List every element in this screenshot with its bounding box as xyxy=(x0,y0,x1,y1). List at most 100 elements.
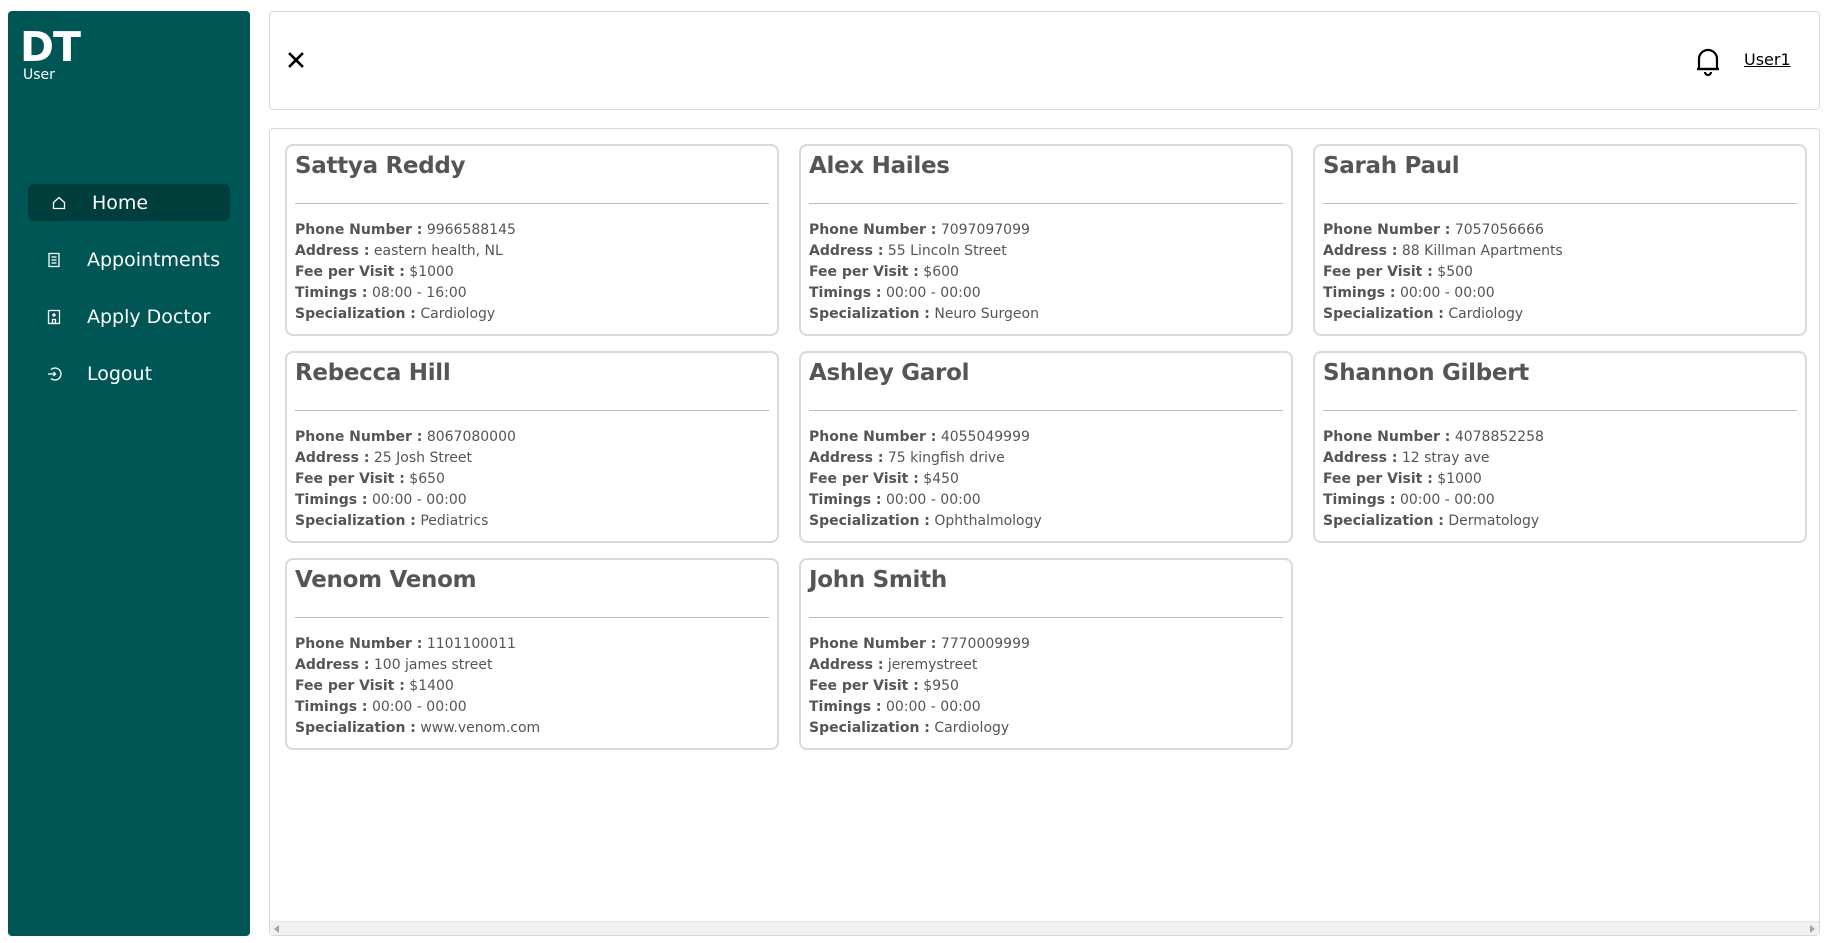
field-label: Address : xyxy=(1323,450,1398,466)
field-label: Fee per Visit : xyxy=(295,678,405,694)
close-icon[interactable] xyxy=(284,48,308,72)
doctor-timings-row: Timings : 00:00 - 00:00 xyxy=(809,283,1283,304)
field-label: Phone Number : xyxy=(809,429,937,445)
doctor-details: Phone Number : 1101100011 Address : 100 j… xyxy=(295,618,769,739)
doctor-phone-row: Phone Number : 1101100011 xyxy=(295,634,769,655)
bell-icon[interactable] xyxy=(1693,45,1723,77)
field-value: Neuro Surgeon xyxy=(934,306,1039,322)
doctor-card[interactable]: Alex Hailes Phone Number : 7097097099 Addr… xyxy=(799,144,1293,336)
field-value: 00:00 - 00:00 xyxy=(1399,492,1495,508)
doctor-card[interactable]: Sarah Paul Phone Number : 7057056666 Addre… xyxy=(1313,144,1807,336)
doctor-address-row: Address : 75 kingfish drive xyxy=(809,448,1283,469)
field-label: Phone Number : xyxy=(295,636,423,652)
doctor-card[interactable]: Venom Venom Phone Number : 1101100011 Addr… xyxy=(285,558,779,750)
doctor-timings-row: Timings : 00:00 - 00:00 xyxy=(295,490,769,511)
doctor-card[interactable]: John Smith Phone Number : 7770009999 Addre… xyxy=(799,558,1293,750)
field-label: Phone Number : xyxy=(1323,429,1451,445)
sidebar-item-label: Appointments xyxy=(87,248,221,271)
doctor-fee-row: Fee per Visit : $1000 xyxy=(295,262,769,283)
field-label: Address : xyxy=(809,243,884,259)
field-label: Timings : xyxy=(809,285,882,301)
doctor-details: Phone Number : 8067080000 Address : 25 Jo… xyxy=(295,411,769,532)
sidebar-item-home[interactable]: Home xyxy=(28,184,230,221)
field-value: 75 kingfish drive xyxy=(887,450,1005,466)
doctor-timings-row: Timings : 00:00 - 00:00 xyxy=(1323,490,1797,511)
doctor-address-row: Address : 88 Killman Apartments xyxy=(1323,241,1797,262)
doctor-name: Alex Hailes xyxy=(809,146,1283,204)
field-label: Timings : xyxy=(1323,285,1396,301)
doctor-specialization-row: Specialization : www.venom.com xyxy=(295,718,769,739)
hospital-icon xyxy=(45,308,63,326)
doctor-phone-row: Phone Number : 7097097099 xyxy=(809,220,1283,241)
field-value: Cardiology xyxy=(1448,306,1524,322)
field-label: Timings : xyxy=(295,285,368,301)
doctor-card[interactable]: Ashley Garol Phone Number : 4055049999 Add… xyxy=(799,351,1293,543)
field-label: Address : xyxy=(809,450,884,466)
field-value: $1000 xyxy=(409,264,454,280)
doctor-specialization-row: Specialization : Dermatology xyxy=(1323,511,1797,532)
sidebar-item-label: Logout xyxy=(87,362,153,385)
doctor-fee-row: Fee per Visit : $1400 xyxy=(295,676,769,697)
scroll-left-icon[interactable] xyxy=(274,925,279,933)
doctor-fee-row: Fee per Visit : $500 xyxy=(1323,262,1797,283)
doctor-details: Phone Number : 7057056666 Address : 88 Ki… xyxy=(1323,204,1797,325)
logout-icon xyxy=(45,365,63,383)
field-label: Specialization : xyxy=(295,720,416,736)
doctor-name: Venom Venom xyxy=(295,560,769,618)
field-label: Timings : xyxy=(1323,492,1396,508)
doctor-card[interactable]: Shannon Gilbert Phone Number : 4078852258… xyxy=(1313,351,1807,543)
sidebar-item-label: Home xyxy=(92,191,149,214)
field-label: Fee per Visit : xyxy=(1323,264,1433,280)
field-value: 00:00 - 00:00 xyxy=(371,699,467,715)
field-value: 00:00 - 00:00 xyxy=(1399,285,1495,301)
field-label: Address : xyxy=(295,657,370,673)
doctor-timings-row: Timings : 00:00 - 00:00 xyxy=(809,697,1283,718)
sidebar-item-logout[interactable]: Logout xyxy=(28,355,230,392)
field-label: Phone Number : xyxy=(295,222,423,238)
horizontal-scrollbar[interactable] xyxy=(270,921,1819,935)
app-layout: DT User Home Appointments Apply Doctor L… xyxy=(0,0,1827,943)
field-label: Fee per Visit : xyxy=(809,471,919,487)
field-label: Phone Number : xyxy=(1323,222,1451,238)
field-value: 8067080000 xyxy=(426,429,516,445)
field-value: 88 Killman Apartments xyxy=(1401,243,1563,259)
sidebar-item-apply-doctor[interactable]: Apply Doctor xyxy=(28,298,230,335)
field-value: www.venom.com xyxy=(420,720,541,736)
field-label: Fee per Visit : xyxy=(295,264,405,280)
field-label: Specialization : xyxy=(1323,306,1444,322)
field-label: Timings : xyxy=(295,699,368,715)
user-profile-link[interactable]: User1 xyxy=(1744,50,1791,69)
doctor-card[interactable]: Rebecca Hill Phone Number : 8067080000 Add… xyxy=(285,351,779,543)
doctor-card[interactable]: Sattya Reddy Phone Number : 9966588145 Add… xyxy=(285,144,779,336)
doctor-phone-row: Phone Number : 7057056666 xyxy=(1323,220,1797,241)
field-value: 4055049999 xyxy=(940,429,1030,445)
doctor-fee-row: Fee per Visit : $450 xyxy=(809,469,1283,490)
doctor-phone-row: Phone Number : 4078852258 xyxy=(1323,427,1797,448)
doctor-details: Phone Number : 4055049999 Address : 75 ki… xyxy=(809,411,1283,532)
doctor-name: Ashley Garol xyxy=(809,353,1283,411)
doctor-specialization-row: Specialization : Cardiology xyxy=(1323,304,1797,325)
list-icon xyxy=(45,251,63,269)
field-value: 4078852258 xyxy=(1454,429,1544,445)
field-value: 9966588145 xyxy=(426,222,516,238)
field-value: 100 james street xyxy=(373,657,493,673)
field-label: Specialization : xyxy=(809,306,930,322)
field-value: Cardiology xyxy=(420,306,496,322)
logo: DT User xyxy=(20,27,81,84)
doctor-list-panel: Sattya Reddy Phone Number : 9966588145 Add… xyxy=(269,128,1820,936)
field-label: Timings : xyxy=(809,699,882,715)
field-value: eastern health, NL xyxy=(373,243,503,259)
doctor-address-row: Address : 55 Lincoln Street xyxy=(809,241,1283,262)
doctor-fee-row: Fee per Visit : $600 xyxy=(809,262,1283,283)
field-value: 00:00 - 00:00 xyxy=(885,492,981,508)
field-value: Pediatrics xyxy=(420,513,489,529)
sidebar-item-appointments[interactable]: Appointments xyxy=(28,241,230,278)
field-label: Fee per Visit : xyxy=(809,678,919,694)
doctor-address-row: Address : 25 Josh Street xyxy=(295,448,769,469)
field-value: $1400 xyxy=(409,678,454,694)
field-label: Address : xyxy=(809,657,884,673)
field-value: $950 xyxy=(923,678,959,694)
field-label: Address : xyxy=(295,450,370,466)
sidebar-menu: Home Appointments Apply Doctor Logout xyxy=(28,184,230,412)
scroll-right-icon[interactable] xyxy=(1810,925,1815,933)
